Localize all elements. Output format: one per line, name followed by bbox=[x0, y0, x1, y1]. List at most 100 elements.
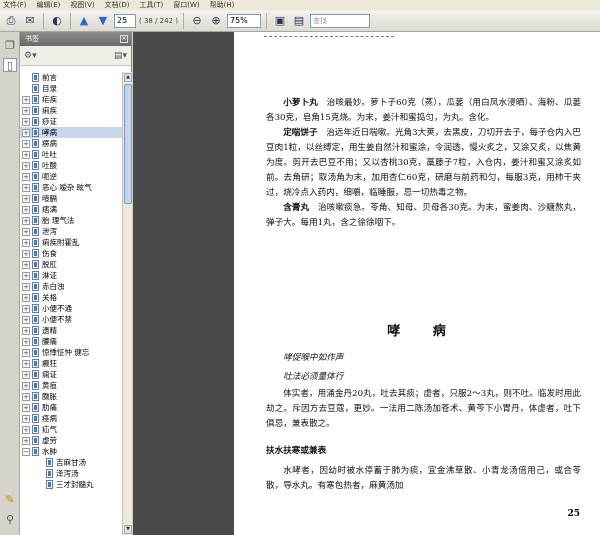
expand-toggle-icon[interactable]: + bbox=[22, 337, 30, 346]
bookmark-item[interactable]: + 吐吐 bbox=[20, 149, 122, 160]
bookmark-item[interactable]: + 恶心 嗳杂 眩气 bbox=[20, 182, 122, 193]
expand-toggle-icon[interactable]: + bbox=[22, 183, 30, 192]
expand-toggle-icon[interactable]: + bbox=[22, 238, 30, 247]
options-icon[interactable]: ⚙▾ bbox=[24, 51, 37, 61]
expand-toggle-icon[interactable]: + bbox=[22, 315, 30, 324]
bookmark-item[interactable]: + 关格 bbox=[20, 292, 122, 303]
expand-toggle-icon[interactable]: + bbox=[22, 139, 30, 148]
menu-item[interactable]: 帮助(H) bbox=[210, 0, 235, 10]
bookmark-item[interactable]: + 噎膈 bbox=[20, 193, 122, 204]
menu-item[interactable]: 视图(V) bbox=[70, 0, 94, 10]
expand-toggle-icon[interactable]: + bbox=[22, 326, 30, 335]
bookmark-item[interactable]: + 吐酸 bbox=[20, 160, 122, 171]
bookmark-item[interactable]: 泽泻汤 bbox=[20, 468, 122, 479]
bookmarks-scrollbar[interactable]: ▲ ▼ bbox=[122, 72, 132, 535]
bookmark-item[interactable]: + 呃逆 bbox=[20, 171, 122, 182]
expand-toggle-icon[interactable]: + bbox=[22, 172, 30, 181]
scroll-up-icon[interactable]: ▲ bbox=[124, 73, 132, 82]
bookmark-item[interactable]: + 痢疾附霍乱 bbox=[20, 237, 122, 248]
bookmark-item[interactable]: 目录 bbox=[20, 83, 122, 94]
bookmark-item[interactable]: + 哮病 bbox=[20, 127, 122, 138]
previous-page-icon[interactable]: ▲ bbox=[76, 13, 92, 29]
menu-item[interactable]: 工具(T) bbox=[140, 0, 164, 10]
bookmark-item[interactable]: + 虚劳 bbox=[20, 435, 122, 446]
next-page-icon[interactable]: ▼ bbox=[95, 13, 111, 29]
menu-item[interactable]: 文件(F) bbox=[3, 0, 27, 10]
expand-toggle-icon[interactable]: + bbox=[22, 205, 30, 214]
expand-toggle-icon[interactable]: + bbox=[22, 106, 30, 115]
expand-toggle-icon[interactable]: + bbox=[22, 282, 30, 291]
bookmark-item[interactable]: + 疝气 bbox=[20, 424, 122, 435]
zoom-out-icon[interactable]: ⊖ bbox=[189, 13, 205, 29]
expand-toggle-icon[interactable]: + bbox=[22, 293, 30, 302]
bookmark-item[interactable]: + 腰痛 bbox=[20, 336, 122, 347]
bookmark-item[interactable]: + 肋痛 bbox=[20, 402, 122, 413]
zoom-select[interactable]: 75% bbox=[227, 13, 261, 28]
bookmark-item[interactable]: − 水肿 bbox=[20, 446, 122, 457]
expand-toggle-icon[interactable]: + bbox=[22, 392, 30, 401]
expand-toggle-icon[interactable]: + bbox=[22, 425, 30, 434]
bookmark-item[interactable]: + 痉病 bbox=[20, 413, 122, 424]
bookmark-item[interactable]: + 赤白浊 bbox=[20, 281, 122, 292]
bookmark-item[interactable]: + 淋证 bbox=[20, 270, 122, 281]
expand-toggle-icon[interactable]: + bbox=[22, 150, 30, 159]
bookmark-item[interactable]: + 伤食 bbox=[20, 248, 122, 259]
expand-toggle-icon[interactable]: + bbox=[22, 359, 30, 368]
expand-toggle-icon[interactable]: + bbox=[22, 128, 30, 137]
bookmark-item[interactable]: + 泄泻 bbox=[20, 226, 122, 237]
expand-toggle-icon[interactable]: + bbox=[22, 161, 30, 170]
bookmark-item[interactable]: + 痫证 bbox=[20, 369, 122, 380]
bookmark-item[interactable]: 前言 bbox=[20, 72, 122, 83]
expand-toggle-icon[interactable]: + bbox=[22, 348, 30, 357]
menu-item[interactable]: 编辑(E) bbox=[37, 0, 61, 10]
expand-toggle-icon[interactable]: + bbox=[22, 403, 30, 412]
expand-toggle-icon[interactable]: + bbox=[22, 194, 30, 203]
bookmark-item[interactable]: 三才封髓丸 bbox=[20, 479, 122, 490]
bookmark-item[interactable]: + 小便不通 bbox=[20, 303, 122, 314]
bookmark-item[interactable]: + 痧证 bbox=[20, 116, 122, 127]
expand-toggle-icon[interactable]: + bbox=[22, 249, 30, 258]
expand-toggle-icon[interactable]: + bbox=[22, 381, 30, 390]
expand-toggle-icon[interactable]: + bbox=[22, 414, 30, 423]
new-bookmark-icon[interactable]: ▤▾ bbox=[114, 51, 127, 61]
bookmark-item[interactable]: + 臌胀 bbox=[20, 391, 122, 402]
pages-icon[interactable]: ❐ bbox=[3, 38, 17, 52]
zoom-in-icon[interactable]: ⊕ bbox=[208, 13, 224, 29]
expand-toggle-icon[interactable]: + bbox=[22, 216, 30, 225]
expand-toggle-icon[interactable]: − bbox=[22, 447, 30, 456]
bookmark-item[interactable]: + 痞满 bbox=[20, 204, 122, 215]
menu-item[interactable]: 窗口(W) bbox=[173, 0, 199, 10]
close-icon[interactable]: × bbox=[120, 35, 128, 43]
scroll-down-icon[interactable]: ▼ bbox=[124, 525, 132, 534]
expand-toggle-icon[interactable]: + bbox=[22, 260, 30, 269]
scroll-thumb[interactable] bbox=[124, 84, 132, 204]
document-view[interactable]: 小萝卜丸 治咳最妙。萝卜子60克（蒸），瓜蒌（用白凤水浸晒）、海粉、瓜蒌各30克… bbox=[133, 32, 600, 535]
bookmark-item[interactable]: + 惊悸怔忡 健忘 bbox=[20, 347, 122, 358]
bookmark-item[interactable]: 吉麻甘汤 bbox=[20, 457, 122, 468]
fit-width-icon[interactable]: ▤ bbox=[291, 13, 307, 29]
page-number-input[interactable]: 25 bbox=[114, 13, 136, 28]
bookmark-item[interactable]: + 脱肛 bbox=[20, 259, 122, 270]
expand-toggle-icon[interactable]: + bbox=[22, 117, 30, 126]
bookmarks-icon[interactable]: ▯ bbox=[3, 58, 17, 72]
email-icon[interactable]: ✉ bbox=[22, 13, 38, 29]
attachments-icon[interactable]: ⚲ bbox=[3, 512, 17, 526]
expand-toggle-icon[interactable]: + bbox=[22, 271, 30, 280]
expand-toggle-icon[interactable]: + bbox=[22, 436, 30, 445]
sign-icon[interactable]: ◐ bbox=[49, 13, 65, 29]
comments-icon[interactable]: ✎ bbox=[3, 492, 17, 506]
bookmark-item[interactable]: + 疟疾 bbox=[20, 94, 122, 105]
fit-page-icon[interactable]: ▣ bbox=[272, 13, 288, 29]
expand-toggle-icon[interactable]: + bbox=[22, 227, 30, 236]
bookmark-item[interactable]: + 小便不禁 bbox=[20, 314, 122, 325]
expand-toggle-icon[interactable]: + bbox=[22, 304, 30, 313]
menu-item[interactable]: 文档(D) bbox=[105, 0, 130, 10]
bookmark-item[interactable]: + 痨病 bbox=[20, 138, 122, 149]
expand-toggle-icon[interactable]: + bbox=[22, 370, 30, 379]
search-input[interactable]: 查找 bbox=[310, 13, 370, 28]
print-icon[interactable]: ⎙ bbox=[3, 13, 19, 29]
bookmark-item[interactable]: + 遗精 bbox=[20, 325, 122, 336]
bookmark-item[interactable]: + 癫狂 bbox=[20, 358, 122, 369]
bookmark-item[interactable]: + 黄疸 bbox=[20, 380, 122, 391]
bookmark-item[interactable]: + 胎 理气法 bbox=[20, 215, 122, 226]
